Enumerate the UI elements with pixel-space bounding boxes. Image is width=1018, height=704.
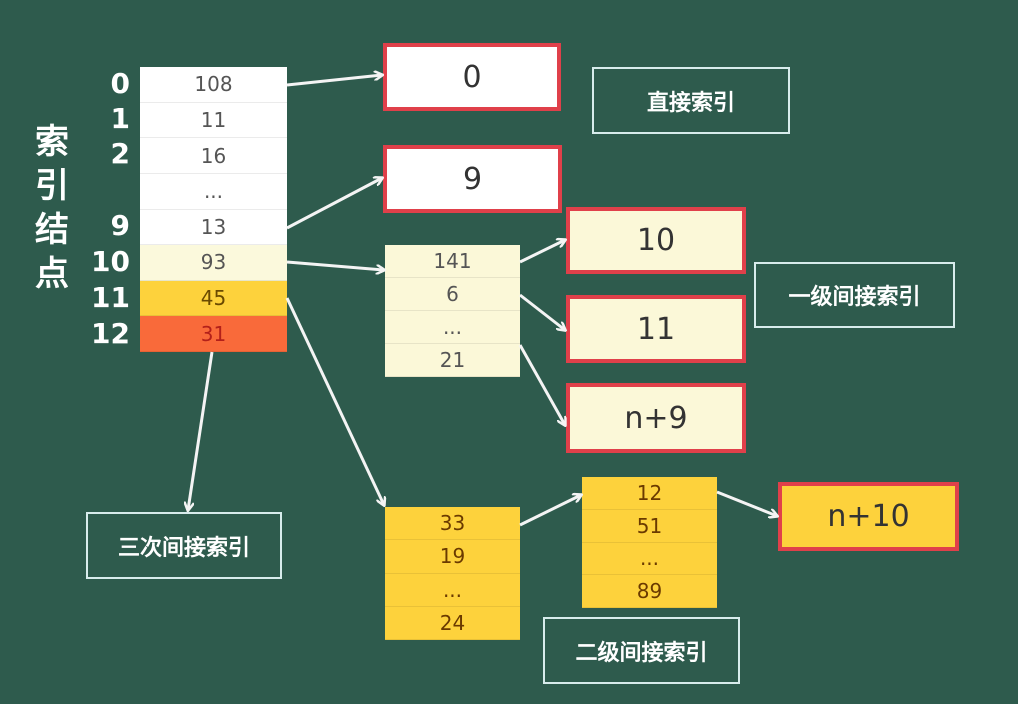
arrow [188,351,214,510]
arrow [519,293,565,330]
arrow [518,344,565,425]
arrow [519,495,581,527]
arrow [286,75,382,87]
arrow [285,297,384,505]
arrow [286,260,384,270]
arrows-layer [0,0,1018,527]
arrow [519,240,565,264]
arrow [286,178,382,230]
arrow [716,490,777,516]
